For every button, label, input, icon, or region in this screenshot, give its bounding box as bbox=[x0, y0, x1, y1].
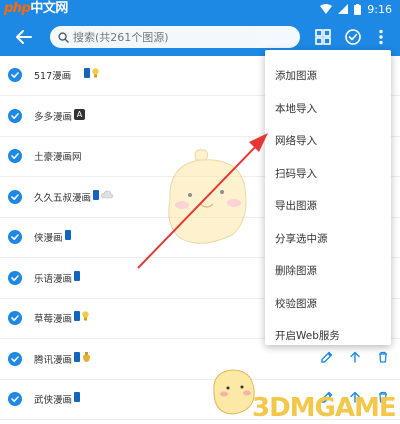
menu-add-source[interactable]: 添加图源 bbox=[265, 60, 391, 92]
more-vert-icon[interactable] bbox=[371, 27, 391, 47]
watermark-php: php bbox=[4, 1, 31, 16]
source-name: 武侠漫画 bbox=[34, 395, 73, 406]
menu-export-source[interactable]: 导出图源 bbox=[265, 190, 391, 222]
menu-share-selected[interactable]: 分享选中源 bbox=[265, 223, 391, 255]
grid-icon[interactable] bbox=[313, 27, 333, 47]
watermark-logo: php中文网 bbox=[4, 0, 68, 18]
status-time: 9:16 bbox=[367, 2, 392, 16]
letter-a-badge: A bbox=[74, 108, 85, 120]
menu-verify-source[interactable]: 校验图源 bbox=[265, 288, 391, 320]
money-bag-icon bbox=[83, 351, 90, 362]
search-icon bbox=[58, 31, 69, 43]
search-input[interactable] bbox=[73, 30, 283, 44]
source-badges bbox=[83, 68, 99, 78]
source-name: 草莓漫画 bbox=[34, 314, 73, 325]
search-bar[interactable] bbox=[50, 26, 300, 48]
checkbox-checked[interactable] bbox=[8, 149, 22, 163]
checkbox-checked[interactable] bbox=[8, 351, 22, 366]
watermark-text: 中文网 bbox=[30, 1, 68, 16]
phone-icon bbox=[74, 311, 80, 321]
menu-network-import[interactable]: 网络导入 bbox=[265, 125, 391, 157]
menu-delete-source[interactable]: 删除图源 bbox=[265, 255, 391, 287]
checkbox-checked[interactable] bbox=[8, 392, 22, 406]
source-name: 土豪漫画网 bbox=[34, 152, 82, 163]
app-screen: php中文网 9:16 搜索(共261个图源) 517漫画 多多漫画 A 土豪漫… bbox=[0, 0, 400, 424]
signal-icon bbox=[338, 4, 349, 14]
source-name: 517漫画 bbox=[34, 71, 72, 82]
source-badges bbox=[74, 392, 80, 402]
checkbox-checked[interactable] bbox=[8, 189, 22, 204]
phone-icon bbox=[74, 270, 80, 281]
source-badges bbox=[64, 230, 71, 240]
checkbox-checked[interactable] bbox=[8, 230, 22, 244]
source-badges bbox=[74, 311, 89, 321]
phone-icon bbox=[74, 351, 80, 362]
phone-icon bbox=[83, 68, 90, 78]
source-name: 腾讯漫画 bbox=[34, 354, 73, 366]
checkbox-checked[interactable] bbox=[8, 270, 22, 285]
battery-icon bbox=[354, 3, 362, 15]
source-badges bbox=[74, 270, 80, 281]
checkbox-checked[interactable] bbox=[8, 108, 22, 123]
source-name: 乐语漫画 bbox=[34, 273, 73, 285]
source-name: 侠漫画 bbox=[34, 233, 63, 244]
arrow-back-icon[interactable] bbox=[14, 27, 34, 47]
menu-local-import[interactable]: 本地导入 bbox=[265, 93, 391, 125]
status-icons: 9:16 bbox=[320, 0, 392, 18]
source-name: 多多漫画 bbox=[34, 111, 73, 123]
brand-logo: 3DMGAME bbox=[252, 393, 397, 423]
check-circle-icon[interactable] bbox=[343, 27, 363, 47]
status-bar: php中文网 9:16 bbox=[0, 0, 400, 18]
menu-scan-import[interactable]: 扫码导入 bbox=[265, 158, 391, 190]
source-badges bbox=[93, 189, 113, 200]
phone-icon bbox=[74, 392, 80, 402]
cloud-icon bbox=[101, 190, 113, 199]
checkbox-checked[interactable] bbox=[8, 68, 22, 82]
checkbox-checked[interactable] bbox=[8, 311, 22, 325]
source-badges: A bbox=[74, 108, 85, 120]
phone-icon bbox=[64, 230, 71, 240]
phone-icon bbox=[93, 189, 99, 200]
overflow-menu: 添加图源 本地导入 网络导入 扫码导入 导出图源 分享选中源 删除图源 校验图源 开启Web服务 bbox=[265, 50, 391, 345]
bulb-icon bbox=[91, 68, 99, 78]
menu-web-service[interactable]: 开启Web服务 bbox=[265, 320, 391, 352]
bulb-icon bbox=[82, 311, 89, 321]
source-name: 久久五叔漫画 bbox=[34, 192, 92, 204]
source-badges bbox=[74, 351, 91, 362]
wifi-icon bbox=[320, 4, 333, 14]
